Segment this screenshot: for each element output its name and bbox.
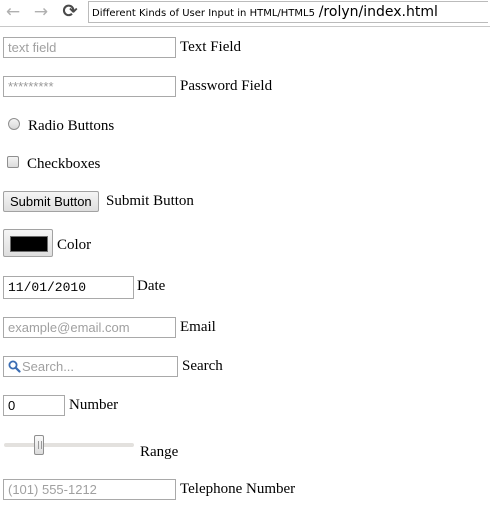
page-title: Different Kinds of User Input in HTML/HT…: [92, 8, 315, 19]
submit-button-label: Submit Button: [106, 193, 194, 209]
search-label: Search: [182, 358, 223, 374]
radio-button[interactable]: [8, 118, 20, 130]
number-label: Number: [69, 397, 119, 413]
radio-buttons-label: Radio Buttons: [28, 118, 115, 134]
search-input[interactable]: [22, 357, 174, 376]
range-track[interactable]: [4, 443, 134, 447]
range-label: Range: [140, 444, 179, 460]
date-input[interactable]: [3, 276, 134, 299]
number-input[interactable]: [3, 395, 65, 416]
address-bar[interactable]: Different Kinds of User Input in HTML/HT…: [88, 1, 488, 23]
range-thumb[interactable]: [34, 435, 44, 455]
color-swatch: [10, 236, 48, 252]
browser-toolbar: ← → ⟳ Different Kinds of User Input in H…: [0, 0, 490, 27]
color-picker[interactable]: [3, 229, 53, 257]
checkbox[interactable]: [7, 156, 19, 168]
search-field[interactable]: [3, 356, 178, 377]
date-label: Date: [137, 278, 166, 294]
email-label: Email: [180, 319, 216, 335]
magnifier-icon: [8, 360, 21, 373]
submit-button[interactable]: Submit Button: [3, 191, 99, 212]
password-field-input[interactable]: [3, 76, 176, 97]
forward-arrow-icon[interactable]: →: [30, 1, 52, 23]
text-field-label: Text Field: [180, 39, 242, 55]
checkboxes-label: Checkboxes: [27, 156, 101, 172]
password-field-label: Password Field: [180, 78, 273, 94]
email-input[interactable]: [3, 317, 176, 338]
color-label: Color: [57, 237, 92, 253]
telephone-input[interactable]: [3, 479, 176, 500]
text-field-input[interactable]: [3, 37, 176, 58]
reload-icon[interactable]: ⟳: [59, 1, 81, 23]
telephone-label: Telephone Number: [180, 481, 296, 497]
url-path: /rolyn/index.html: [318, 4, 438, 20]
back-arrow-icon[interactable]: ←: [2, 1, 24, 23]
